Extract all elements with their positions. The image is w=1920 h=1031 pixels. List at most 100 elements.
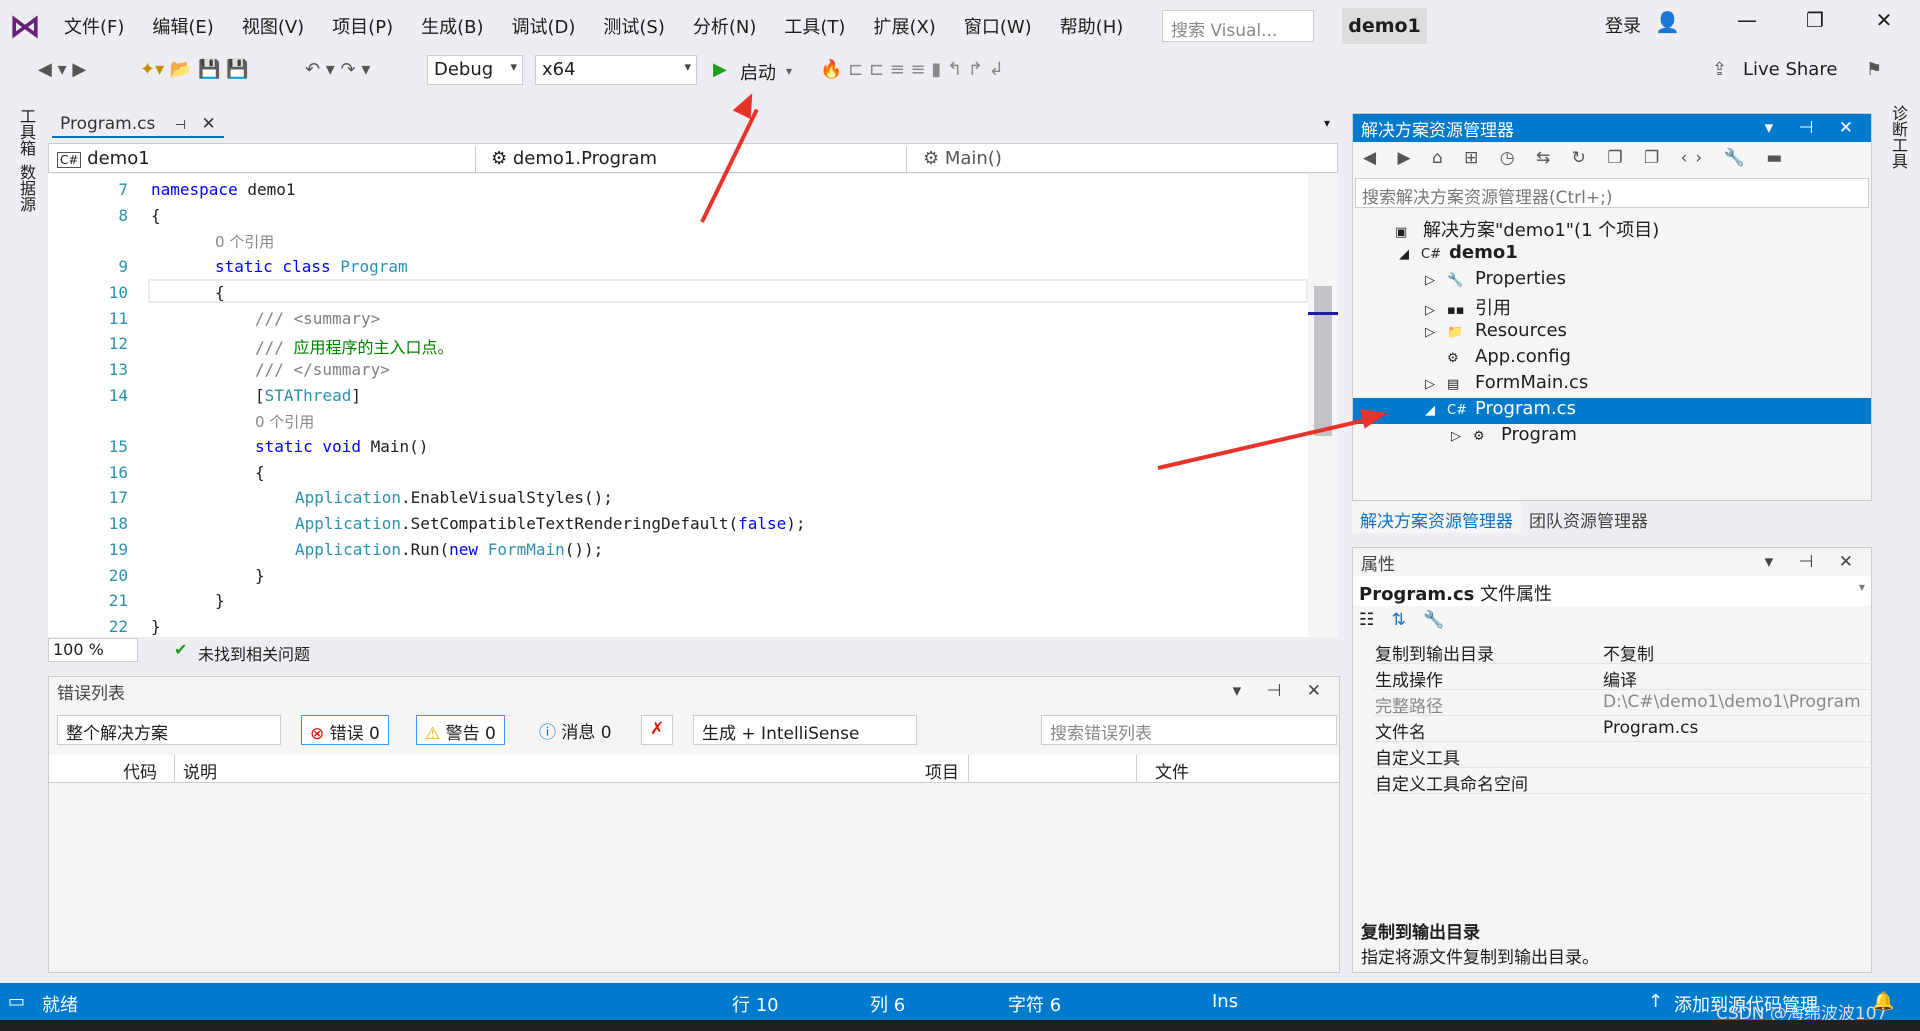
nav-member-select[interactable]: ⚙ Main() xyxy=(915,146,1335,172)
code-line[interactable]: { xyxy=(151,206,161,225)
nav-project-select[interactable]: C# demo1 xyxy=(49,146,476,172)
maximize-button[interactable]: ❐ xyxy=(1795,8,1835,32)
property-value[interactable]: 不复制 xyxy=(1603,640,1654,665)
code-line[interactable]: static class Program xyxy=(215,257,408,276)
tree-item[interactable]: ◢ C# demo1 xyxy=(1353,242,1871,268)
code-line[interactable]: [STAThread] xyxy=(255,386,361,405)
menu-item[interactable]: 文件(F) xyxy=(50,13,138,39)
minimize-button[interactable]: — xyxy=(1727,8,1767,32)
property-value[interactable]: D:\C#\demo1\demo1\Program xyxy=(1603,692,1861,712)
tree-item[interactable]: ▷ ⚙ Program xyxy=(1353,424,1871,450)
notification-icon[interactable]: 🔔 xyxy=(1872,991,1894,1012)
new-project-icon[interactable]: ✦▾ 📂 💾 💾 xyxy=(140,59,249,80)
menu-item[interactable]: 测试(S) xyxy=(589,13,678,39)
menu-item[interactable]: 扩展(X) xyxy=(859,13,949,39)
feedback-icon[interactable]: ⚑ xyxy=(1866,59,1882,80)
warnings-filter-button[interactable]: ⚠ 警告 0 xyxy=(416,715,505,745)
code-line[interactable]: static void Main() xyxy=(255,437,428,456)
errors-filter-button[interactable]: ⊗ 错误 0 xyxy=(301,715,389,745)
user-icon[interactable]: 👤 xyxy=(1655,10,1680,34)
tree-item[interactable]: ◢ C# Program.cs xyxy=(1353,398,1871,424)
col-project[interactable]: 项目 xyxy=(917,755,1137,783)
tree-item[interactable]: ▷ 🔧 Properties xyxy=(1353,268,1871,294)
undo-icon[interactable]: ↶ ▾ ↷ ▾ xyxy=(305,59,370,80)
menu-item[interactable]: 编辑(E) xyxy=(138,13,227,39)
issues-status[interactable]: 未找到相关问题 xyxy=(198,641,310,665)
toolbox-tab[interactable]: 工具箱 xyxy=(14,108,38,156)
code-line[interactable]: /// <summary> xyxy=(255,309,380,328)
back-icon[interactable]: ◀ ▾ ▶ xyxy=(38,59,86,80)
code-line[interactable]: } xyxy=(215,591,225,610)
code-line[interactable]: Application.Run(new FormMain()); xyxy=(295,540,603,559)
zoom-select[interactable]: 100 % xyxy=(48,638,138,662)
tree-item[interactable]: ▣ 解决方案"demo1"(1 个项目) xyxy=(1353,216,1871,242)
col-file[interactable]: 文件 xyxy=(1147,755,1337,783)
col-code[interactable]: 代码 xyxy=(89,755,175,783)
global-search-input[interactable]: 搜索 Visual... xyxy=(1162,10,1314,42)
tree-item[interactable]: ▷ ▤ FormMain.cs xyxy=(1353,372,1871,398)
login-link[interactable]: 登录 xyxy=(1605,12,1641,38)
close-window-button[interactable]: ✕ xyxy=(1864,8,1904,32)
nav-class-select[interactable]: ⚙ demo1.Program xyxy=(483,146,907,172)
menu-item[interactable]: 项目(P) xyxy=(318,13,407,39)
menu-item[interactable]: 帮助(H) xyxy=(1046,13,1138,39)
code-line[interactable]: } xyxy=(151,617,161,636)
property-row[interactable]: 复制到输出目录 不复制 xyxy=(1373,638,1873,665)
code-editor[interactable]: 7 namespace demo1 8 {0 个引用 9 static class Pro… xyxy=(48,174,1308,637)
diagnostics-tab[interactable]: 诊断工具 xyxy=(1886,105,1910,169)
messages-filter-button[interactable]: ⓘ 消息 0 xyxy=(531,715,620,745)
menu-item[interactable]: 调试(D) xyxy=(498,13,590,39)
config-select[interactable]: Debug xyxy=(427,55,523,85)
property-row[interactable]: 自定义工具 xyxy=(1373,742,1873,769)
clear-filter-icon[interactable]: ✗ xyxy=(641,715,674,745)
live-share-button[interactable]: Live Share xyxy=(1743,59,1837,80)
tree-item[interactable]: ▷ 📁 Resources xyxy=(1353,320,1871,346)
scope-select[interactable]: 整个解决方案 xyxy=(57,715,281,745)
pin-icon[interactable]: ⊣ xyxy=(175,118,186,133)
tab-overflow-icon[interactable]: ▾ xyxy=(1324,116,1330,130)
start-icon[interactable]: ▶ xyxy=(713,59,727,80)
object-select[interactable]: Program.cs 文件属性 ▾ xyxy=(1353,576,1871,606)
error-search-input[interactable]: 搜索错误列表 xyxy=(1041,715,1337,745)
property-row[interactable]: 自定义工具命名空间 xyxy=(1373,768,1873,795)
tree-item[interactable]: ⚙ App.config xyxy=(1353,346,1871,372)
source-select[interactable]: 生成 + IntelliSense xyxy=(693,715,917,745)
code-line[interactable]: Application.SetCompatibleTextRenderingDe… xyxy=(295,514,806,533)
menu-item[interactable]: 生成(B) xyxy=(407,13,497,39)
property-row[interactable]: 文件名 Program.cs xyxy=(1373,716,1873,743)
toolbar-icons[interactable]: 🔥 ⊏ ⊏ ≡ ≡ ▮ ↰ ↱ ↲ xyxy=(820,59,1004,80)
tab-team-explorer[interactable]: 团队资源管理器 xyxy=(1521,502,1656,533)
code-line[interactable]: Application.EnableVisualStyles(); xyxy=(295,488,613,507)
code-line[interactable]: 0 个引用 xyxy=(215,231,274,252)
platform-select[interactable]: x64 xyxy=(535,55,697,85)
menu-item[interactable]: 视图(V) xyxy=(228,13,318,39)
code-line[interactable]: namespace demo1 xyxy=(151,180,296,199)
code-line[interactable]: /// </summary> xyxy=(255,360,390,379)
live-share-icon[interactable]: ⇪ xyxy=(1712,59,1727,80)
property-value[interactable]: 编译 xyxy=(1603,666,1637,691)
menu-item[interactable]: 窗口(W) xyxy=(950,13,1046,39)
start-dropdown-icon[interactable]: ▾ xyxy=(786,64,792,78)
menu-item[interactable]: 工具(T) xyxy=(770,13,859,39)
code-line[interactable]: { xyxy=(255,463,265,482)
menu-item[interactable]: 分析(N) xyxy=(679,13,771,39)
se-search-input[interactable]: 搜索解决方案资源管理器(Ctrl+;) xyxy=(1355,178,1869,208)
code-line[interactable]: /// 应用程序的主入口点。 xyxy=(255,334,454,358)
datasource-tab[interactable]: 数据源 xyxy=(14,164,38,212)
panel-controls[interactable]: ▾ ⊣ ✕ xyxy=(1233,681,1331,701)
tab-solution-explorer[interactable]: 解决方案资源管理器 xyxy=(1352,502,1521,533)
start-button[interactable]: 启动 xyxy=(740,59,776,85)
property-value[interactable]: Program.cs xyxy=(1603,718,1698,738)
code-line[interactable]: 0 个引用 xyxy=(255,411,314,432)
se-toolbar[interactable]: ◀ ▶ ⌂ ⊞ ◷ ⇆ ↻ ❐ ❐ ‹› 🔧 ▬ xyxy=(1353,142,1871,178)
properties-toolbar[interactable]: ☷ ⇅ 🔧 xyxy=(1353,606,1871,638)
close-tab-icon[interactable]: ✕ xyxy=(201,114,215,134)
tree-item[interactable]: ▷ ▪▪ 引用 xyxy=(1353,294,1871,320)
panel-controls[interactable]: ▾ ⊣ ✕ xyxy=(1765,552,1863,572)
property-row[interactable]: 生成操作 编译 xyxy=(1373,664,1873,691)
panel-controls[interactable]: ▾ ⊣ ✕ xyxy=(1765,118,1863,138)
property-row[interactable]: 完整路径 D:\C#\demo1\demo1\Program xyxy=(1373,690,1873,717)
editor-scrollbar[interactable] xyxy=(1308,174,1338,637)
col-description[interactable]: 说明 xyxy=(175,755,969,783)
tab-program-cs[interactable]: Program.cs ⊣ ✕ xyxy=(52,110,224,138)
